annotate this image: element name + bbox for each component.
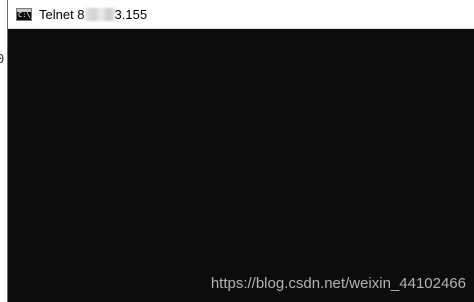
watermark: https://blog.csdn.net/weixin_44102466	[210, 275, 466, 292]
console-output-area[interactable]	[8, 29, 474, 302]
window-title: Telnet 8 3.155	[39, 7, 147, 23]
console-icon[interactable]: C:\_	[16, 8, 35, 21]
window-title-prefix: Telnet 8	[39, 7, 85, 22]
title-bar[interactable]: C:\_ Telnet 8 3.155	[8, 0, 474, 29]
background-window-text: 0	[0, 52, 5, 66]
desktop: 0 C:\_ Telnet 8 3.155 https://blog.csdn.n…	[0, 0, 474, 302]
window-title-suffix: 3.155	[114, 7, 148, 22]
console-icon-prompt: C:\_	[18, 11, 35, 19]
redacted-address-blur	[84, 8, 115, 21]
telnet-console-window[interactable]: C:\_ Telnet 8 3.155 https://blog.csdn.net…	[7, 0, 474, 302]
